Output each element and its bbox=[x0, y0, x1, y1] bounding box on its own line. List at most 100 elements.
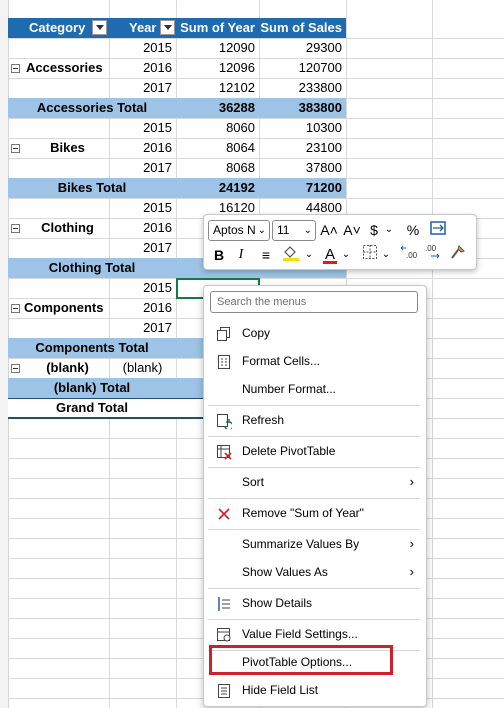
sum-year-cell[interactable]: 12096 bbox=[176, 58, 259, 78]
collapse-blank-icon[interactable] bbox=[11, 364, 20, 373]
chevron-down-icon[interactable]: ⌄ bbox=[384, 219, 394, 241]
grow-font-button[interactable]: A˄ bbox=[319, 219, 339, 241]
menu-item-label: Delete PivotTable bbox=[242, 444, 336, 458]
decrease-decimal-icon[interactable]: .00 bbox=[422, 244, 444, 266]
currency-format-button[interactable]: $ bbox=[366, 219, 382, 241]
header-sum-of-year[interactable]: Sum of Year bbox=[176, 18, 259, 38]
category-clothing[interactable]: Clothing bbox=[26, 218, 109, 238]
header-sum-of-sales[interactable]: Sum of Sales bbox=[259, 18, 346, 38]
column-gridline bbox=[432, 0, 433, 708]
sales-cell[interactable]: 23100 bbox=[259, 138, 346, 158]
menu-item-number-format[interactable]: Number Format... bbox=[206, 376, 422, 402]
percent-style-button[interactable]: % bbox=[403, 219, 423, 241]
year-cell[interactable]: 2017 bbox=[109, 158, 176, 178]
collapse-components-icon[interactable] bbox=[11, 304, 20, 313]
menu-item-format-cells[interactable]: Format Cells... bbox=[206, 348, 422, 374]
comma-style-icon[interactable] bbox=[428, 219, 448, 241]
category-filter-dropdown-icon[interactable] bbox=[92, 20, 107, 35]
bold-button[interactable]: B bbox=[210, 244, 228, 266]
sum-year-cell[interactable]: 8060 bbox=[176, 118, 259, 138]
chevron-right-icon: › bbox=[409, 474, 414, 489]
year-filter-dropdown-icon[interactable] bbox=[160, 20, 175, 35]
sum-year-cell[interactable]: 12090 bbox=[176, 38, 259, 58]
category-blank[interactable]: (blank) bbox=[26, 358, 109, 378]
increase-decimal-icon[interactable]: .00 bbox=[398, 244, 420, 266]
menu-item-label: Show Values As bbox=[242, 565, 328, 579]
menu-item-show-values-as[interactable]: Show Values As › bbox=[206, 559, 422, 585]
year-cell[interactable]: (blank) bbox=[109, 358, 176, 378]
subtotal-year: 36288 bbox=[218, 100, 255, 115]
year-cell[interactable]: 2015 bbox=[109, 198, 176, 218]
italic-button[interactable]: I bbox=[232, 244, 250, 266]
menu-item-label: Value Field Settings... bbox=[242, 627, 358, 641]
category-components[interactable]: Components bbox=[24, 298, 109, 318]
sum-year-cell[interactable]: 12102 bbox=[176, 78, 259, 98]
year-cell[interactable]: 2015 bbox=[109, 38, 176, 58]
format-painter-icon[interactable] bbox=[448, 244, 468, 266]
menu-item-value-field-settings[interactable]: Value Field Settings... bbox=[206, 621, 422, 647]
year-cell[interactable]: 2016 bbox=[109, 298, 176, 318]
sales-cell[interactable]: 29300 bbox=[259, 38, 346, 58]
subtotal-label: Accessories Total bbox=[36, 100, 148, 115]
grand-total-label: Grand Total bbox=[56, 400, 128, 415]
menu-item-show-details[interactable]: Show Details bbox=[206, 590, 422, 616]
font-color-button[interactable]: A bbox=[320, 243, 340, 265]
collapse-clothing-icon[interactable] bbox=[11, 224, 20, 233]
menu-item-refresh[interactable]: Refresh bbox=[206, 407, 422, 433]
font-size-combo[interactable]: 11 ⌄ bbox=[272, 220, 316, 241]
chevron-down-icon[interactable]: ⌄ bbox=[341, 244, 351, 266]
refresh-icon bbox=[216, 412, 234, 431]
mini-toolbar: Aptos N ⌄ 11 ⌄ A˄ A˅ $ ⌄ % B I ≡ ⌄ A ⌄ ⌄… bbox=[203, 214, 477, 270]
sum-year-cell[interactable]: 8068 bbox=[176, 158, 259, 178]
remove-x-icon bbox=[216, 505, 232, 521]
font-name-combo[interactable]: Aptos N ⌄ bbox=[208, 220, 270, 241]
subtotal-year: 24192 bbox=[218, 180, 255, 195]
menu-item-sort[interactable]: Sort › bbox=[206, 469, 422, 495]
collapse-bikes-icon[interactable] bbox=[11, 144, 20, 153]
category-accessories[interactable]: Accessories bbox=[26, 58, 109, 78]
format-cells-icon bbox=[216, 353, 232, 369]
menu-item-remove-field[interactable]: Remove "Sum of Year" bbox=[206, 500, 422, 526]
menu-item-copy[interactable]: Copy bbox=[206, 320, 422, 346]
sales-cell[interactable]: 120700 bbox=[259, 58, 346, 78]
subtotal-label: (blank) Total bbox=[53, 380, 131, 395]
menu-separator bbox=[208, 529, 420, 530]
chevron-down-icon[interactable]: ⌄ bbox=[381, 244, 391, 266]
sum-year-cell[interactable]: 8064 bbox=[176, 138, 259, 158]
year-cell[interactable]: 2016 bbox=[109, 138, 176, 158]
menu-item-delete-pivottable[interactable]: Delete PivotTable bbox=[206, 438, 422, 464]
chevron-down-icon: ⌄ bbox=[257, 225, 266, 236]
font-name-value: Aptos N bbox=[213, 223, 256, 237]
menu-item-hide-field-list[interactable]: Hide Field List bbox=[206, 677, 422, 703]
menu-item-label: Format Cells... bbox=[242, 354, 321, 368]
sales-cell[interactable]: 10300 bbox=[259, 118, 346, 138]
menu-item-label: Refresh bbox=[242, 413, 285, 427]
align-center-icon[interactable]: ≡ bbox=[256, 244, 276, 266]
year-cell[interactable]: 2017 bbox=[109, 78, 176, 98]
menu-separator bbox=[208, 498, 420, 499]
category-bikes[interactable]: Bikes bbox=[26, 138, 109, 158]
sales-cell[interactable]: 37800 bbox=[259, 158, 346, 178]
chevron-down-icon[interactable]: ⌄ bbox=[304, 244, 314, 266]
menu-separator bbox=[208, 436, 420, 437]
header-year-label: Year bbox=[129, 20, 157, 35]
year-cell[interactable]: 2015 bbox=[109, 278, 176, 298]
header-category-label: Category bbox=[29, 20, 86, 35]
year-cell[interactable]: 2017 bbox=[109, 238, 176, 258]
menu-separator bbox=[208, 619, 420, 620]
copy-icon bbox=[216, 325, 232, 341]
year-cell[interactable]: 2017 bbox=[109, 318, 176, 338]
menu-item-summarize-values-by[interactable]: Summarize Values By › bbox=[206, 531, 422, 557]
shrink-font-button[interactable]: A˅ bbox=[342, 219, 362, 241]
collapse-accessories-icon[interactable] bbox=[11, 64, 20, 73]
borders-icon[interactable] bbox=[360, 244, 380, 266]
year-cell[interactable]: 2015 bbox=[109, 118, 176, 138]
sales-cell[interactable]: 233800 bbox=[259, 78, 346, 98]
year-cell[interactable]: 2016 bbox=[109, 218, 176, 238]
menu-item-label: Hide Field List bbox=[242, 683, 319, 697]
fill-color-icon[interactable] bbox=[280, 244, 302, 266]
chevron-down-icon: ⌄ bbox=[303, 225, 312, 236]
menu-search-placeholder: Search the menus bbox=[217, 296, 307, 308]
menu-search-input[interactable]: Search the menus bbox=[210, 291, 418, 313]
year-cell[interactable]: 2016 bbox=[109, 58, 176, 78]
